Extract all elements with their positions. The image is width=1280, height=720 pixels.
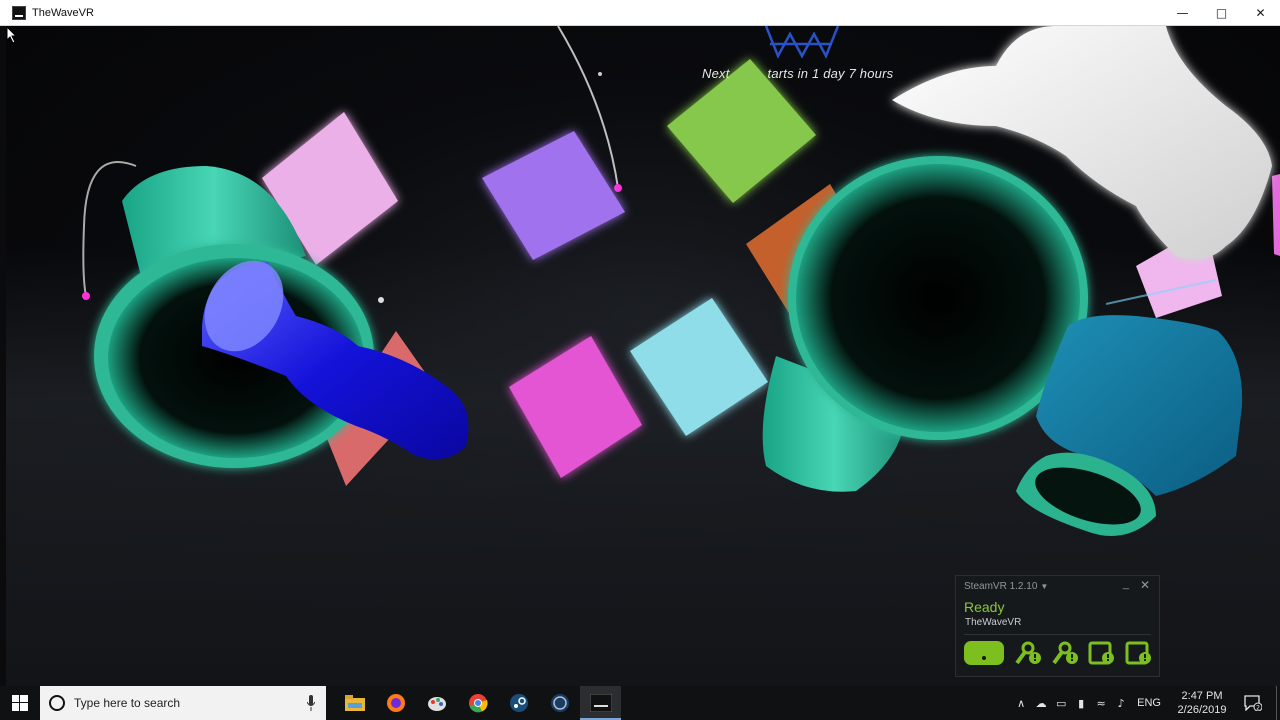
chrome-button[interactable] xyxy=(457,686,498,720)
firefox-button[interactable] xyxy=(375,686,416,720)
notification-center-button[interactable]: 2 xyxy=(1234,686,1272,720)
microphone-icon[interactable] xyxy=(307,695,315,711)
steamvr-version[interactable]: SteamVR 1.2.10 xyxy=(964,581,1037,592)
countdown-prefix: Next xyxy=(702,66,730,81)
device-icon[interactable]: ▭ xyxy=(1051,686,1071,720)
particle xyxy=(598,72,602,76)
show-desktop-button[interactable] xyxy=(1276,686,1280,720)
clock-time: 2:47 PM xyxy=(1181,690,1223,702)
firefox-icon xyxy=(386,694,405,712)
purple-cube xyxy=(482,131,625,260)
magenta-cube xyxy=(509,336,642,478)
steamvr-device-list xyxy=(964,641,1159,665)
paint-button[interactable] xyxy=(416,686,457,720)
close-button[interactable]: ✕ xyxy=(1241,0,1280,26)
left-controller xyxy=(94,166,469,468)
event-countdown: Next tarts in 1 day 7 hours xyxy=(702,66,893,81)
steamvr-status: Ready xyxy=(964,599,1005,615)
headset-icon[interactable] xyxy=(964,641,1004,665)
close-icon: ✕ xyxy=(1255,6,1266,20)
onedrive-icon[interactable]: ☁ xyxy=(1031,686,1051,720)
notification-count: 2 xyxy=(1256,705,1260,712)
maximize-icon: □ xyxy=(1215,6,1228,20)
volume-icon[interactable]: ♪ xyxy=(1111,686,1131,720)
steamvr-minimize-button[interactable]: _ xyxy=(1123,578,1129,590)
controller-icon[interactable] xyxy=(1051,641,1078,665)
start-button[interactable] xyxy=(0,686,40,720)
wave-logo xyxy=(764,26,840,59)
chevron-down-icon[interactable]: ▼ xyxy=(1040,582,1048,591)
chrome-icon xyxy=(468,694,488,713)
steamvr-button[interactable] xyxy=(539,686,580,720)
system-tray: ∧ ☁ ▭ ▮ ≈ ♪ ENG 2:47 PM 2/26/2019 2 xyxy=(1011,686,1280,720)
mouse-cursor-icon xyxy=(6,26,18,44)
light-trail xyxy=(82,161,137,297)
window-titlebar[interactable]: TheWaveVR — □ ✕ xyxy=(0,0,1280,26)
notification-icon: 2 xyxy=(1244,695,1262,711)
file-explorer-button[interactable] xyxy=(334,686,375,720)
particle xyxy=(378,297,384,303)
taskbar-apps xyxy=(334,686,621,720)
window-controls: — □ ✕ xyxy=(1163,0,1280,26)
steamvr-close-button[interactable]: ✕ xyxy=(1140,578,1150,592)
windows-icon xyxy=(12,695,28,711)
steam-icon xyxy=(509,694,528,712)
thewavevr-button[interactable] xyxy=(580,686,621,720)
taskbar: Type here to search ∧ ☁ ▭ ▮ ≈ ♪ ENG 2:47… xyxy=(0,686,1280,720)
window-title: TheWaveVR xyxy=(32,6,94,19)
search-placeholder: Type here to search xyxy=(74,696,181,710)
minimize-icon: — xyxy=(1176,6,1189,20)
controller-icon[interactable] xyxy=(1014,641,1041,665)
minimize-button[interactable]: — xyxy=(1163,0,1202,26)
countdown-suffix: tarts in 1 day 7 hours xyxy=(767,66,894,81)
clock-date: 2/26/2019 xyxy=(1177,704,1227,716)
divider xyxy=(964,634,1151,635)
base-station-icon[interactable] xyxy=(1088,641,1115,665)
magenta-edge xyxy=(1272,174,1280,256)
steam-button[interactable] xyxy=(498,686,539,720)
steamvr-panel[interactable]: SteamVR 1.2.10 ▼ _ ✕ Ready TheWaveVR xyxy=(955,575,1160,677)
thewavevr-icon xyxy=(589,694,612,712)
steamvr-icon xyxy=(550,694,569,712)
base-station-icon[interactable] xyxy=(1125,641,1152,665)
wifi-icon[interactable]: ≈ xyxy=(1091,686,1111,720)
trail-dot xyxy=(614,184,622,192)
battery-icon[interactable]: ▮ xyxy=(1071,686,1091,720)
paint-icon xyxy=(427,697,446,711)
maximize-button[interactable]: □ xyxy=(1202,0,1241,26)
language-indicator[interactable]: ENG xyxy=(1137,697,1161,709)
app-icon xyxy=(12,5,26,20)
file-explorer-icon xyxy=(344,695,365,711)
cyan-cube xyxy=(630,298,768,436)
cortana-icon xyxy=(49,695,65,711)
clock[interactable]: 2:47 PM 2/26/2019 xyxy=(1170,689,1234,717)
trail-dot xyxy=(82,292,90,300)
steamvr-app-name: TheWaveVR xyxy=(965,617,1022,628)
taskbar-search[interactable]: Type here to search xyxy=(40,686,326,720)
chevron-up-icon[interactable]: ∧ xyxy=(1011,686,1031,720)
